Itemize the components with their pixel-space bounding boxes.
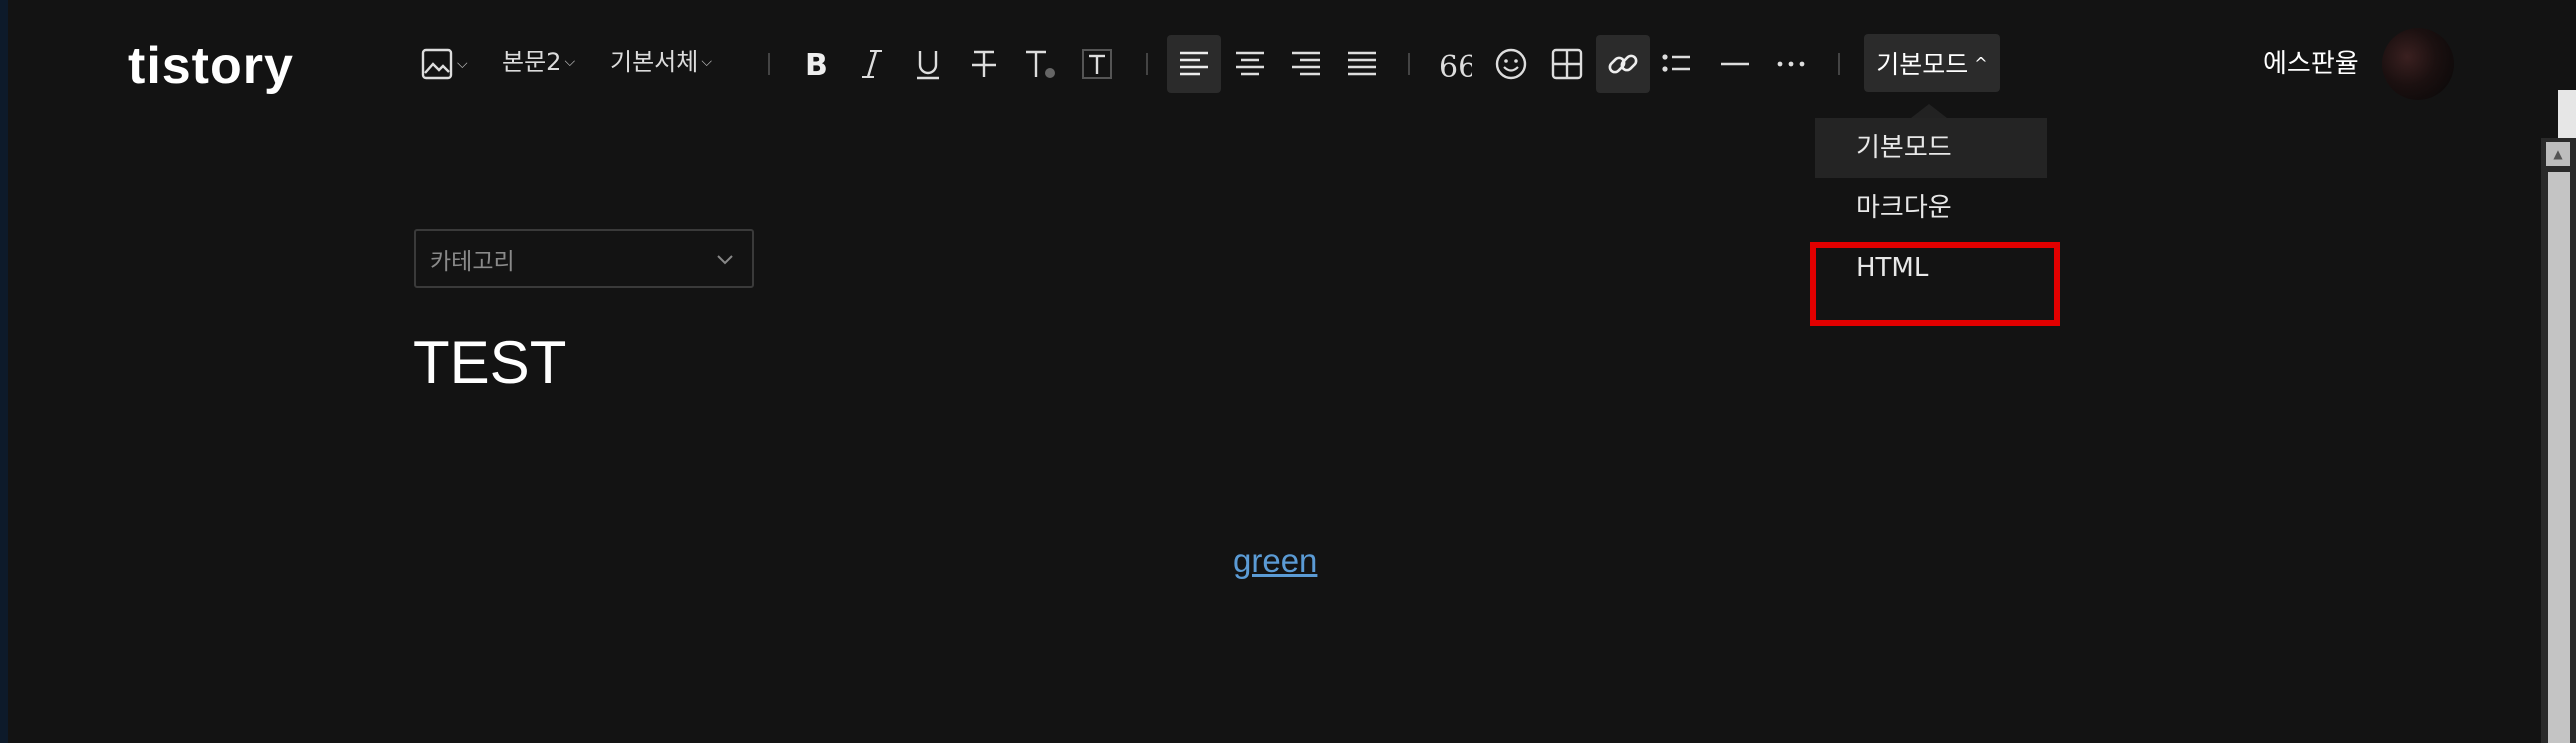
svg-text:66: 66 [1439, 50, 1472, 81]
content-link[interactable]: green [1233, 541, 1317, 581]
user-name[interactable]: 에스판율 [2263, 44, 2359, 84]
background-color-icon [1082, 49, 1112, 79]
italic-button[interactable] [858, 44, 886, 84]
align-left-icon [1180, 51, 1208, 76]
toolbar-divider [1408, 53, 1410, 75]
avatar[interactable] [2382, 28, 2454, 100]
svg-text:B: B [805, 48, 828, 81]
chevron-up-icon: ^ [1974, 53, 1988, 73]
chevron-down-icon: ⌵ [564, 54, 576, 70]
underline-icon [917, 51, 939, 80]
align-right-icon [1292, 51, 1320, 76]
editor-mode-label: 기본모드 [1876, 50, 1969, 79]
chevron-down-icon: ⌵ [701, 54, 712, 70]
more-icon [1777, 61, 1805, 67]
bullet-list-icon [1662, 54, 1690, 72]
post-title[interactable]: TEST [413, 328, 566, 398]
scroll-up-button[interactable]: ▲ [2546, 142, 2570, 166]
toolbar-divider [1838, 53, 1840, 75]
chevron-down-icon [717, 254, 733, 264]
divider-line-button[interactable] [1718, 44, 1752, 84]
category-select[interactable]: 카테고리 [414, 229, 754, 288]
scrollbar-thumb[interactable] [2548, 172, 2570, 743]
quote-button[interactable]: 66 [1438, 44, 1472, 84]
font-label: 기본서체 [610, 48, 699, 76]
align-justify-button[interactable] [1346, 44, 1378, 84]
paragraph-style-select[interactable]: 본문2 ⌵ [502, 42, 575, 82]
highlight-box [1810, 242, 2060, 326]
image-icon [421, 48, 453, 80]
menu-item-basic-mode[interactable]: 기본모드 [1815, 118, 2047, 178]
text-color-button[interactable] [1022, 44, 1058, 84]
horizontal-line-icon [1721, 62, 1749, 66]
text-color-icon [1026, 50, 1055, 78]
list-button[interactable] [1660, 44, 1694, 84]
bold-button[interactable]: B [800, 44, 830, 84]
align-justify-icon [1348, 51, 1376, 76]
insert-image-button[interactable]: ⌵ [420, 44, 468, 84]
underline-button[interactable] [912, 44, 944, 84]
left-edge-strip [0, 0, 8, 743]
toolbar-divider [1146, 53, 1148, 75]
window-edge [2558, 90, 2576, 138]
background-color-button[interactable] [1080, 44, 1114, 84]
toolbar-divider [768, 53, 770, 75]
bold-icon: B [805, 48, 828, 81]
align-center-button[interactable] [1234, 44, 1266, 84]
align-right-button[interactable] [1290, 44, 1322, 84]
tistory-logo[interactable]: tistory [128, 36, 294, 96]
quote-icon: 66 [1439, 50, 1472, 81]
font-select[interactable]: 기본서체 ⌵ [610, 42, 712, 82]
category-placeholder: 카테고리 [430, 248, 515, 275]
table-button[interactable] [1550, 44, 1584, 84]
link-button[interactable] [1596, 35, 1650, 93]
link-icon [1608, 54, 1638, 74]
italic-icon [862, 50, 882, 78]
align-left-button[interactable] [1167, 35, 1221, 93]
chevron-down-icon: ⌵ [457, 56, 468, 72]
editor-mode-button[interactable]: 기본모드 ^ [1864, 34, 2000, 92]
emoticon-button[interactable] [1494, 44, 1528, 84]
strikethrough-icon [972, 50, 996, 77]
strikethrough-button[interactable] [968, 44, 1000, 84]
align-center-icon [1236, 51, 1264, 76]
dropdown-arrow [1911, 104, 1947, 118]
smiley-icon [1495, 48, 1527, 80]
paragraph-style-label: 본문2 [502, 48, 562, 76]
menu-item-markdown[interactable]: 마크다운 [1815, 178, 2047, 238]
triangle-up-icon: ▲ [2553, 147, 2563, 161]
more-options-button[interactable] [1774, 44, 1808, 84]
table-icon [1551, 48, 1583, 80]
